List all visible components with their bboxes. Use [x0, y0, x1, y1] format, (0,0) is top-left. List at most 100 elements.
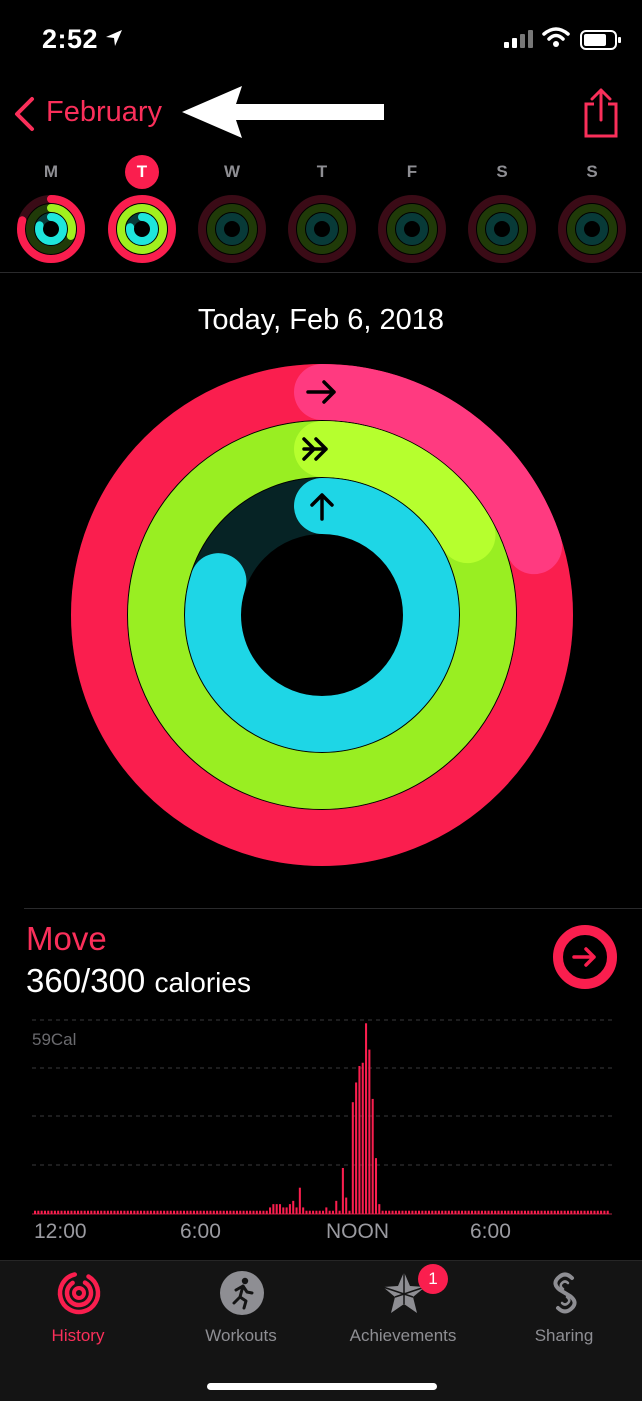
chart-bar: [245, 1210, 248, 1214]
chart-bar: [169, 1210, 172, 1214]
chart-bar: [457, 1210, 460, 1214]
chart-bar: [315, 1210, 318, 1214]
chart-bar: [34, 1210, 37, 1214]
chart-bar: [434, 1210, 437, 1214]
back-chevron-icon[interactable]: [12, 96, 38, 132]
chart-bar: [527, 1210, 530, 1214]
chart-bar: [441, 1210, 444, 1214]
chart-bar: [418, 1210, 421, 1214]
chart-bar: [500, 1210, 503, 1214]
sharing-icon: [553, 1272, 577, 1314]
chart-bar: [335, 1200, 338, 1214]
chart-bar: [348, 1210, 351, 1214]
chart-bar: [543, 1210, 546, 1214]
chart-bar: [437, 1210, 440, 1214]
chart-bar: [520, 1210, 523, 1214]
mini-rings-monday[interactable]: [16, 194, 86, 264]
chart-bar: [83, 1210, 86, 1214]
chart-bar: [444, 1210, 447, 1214]
today-badge: T: [125, 155, 159, 189]
chart-bar: [391, 1210, 394, 1214]
chart-bar: [249, 1210, 252, 1214]
weekday-label: T: [316, 162, 328, 181]
tab-label: Workouts: [205, 1326, 277, 1345]
chart-bar: [106, 1210, 109, 1214]
chart-bar: [560, 1210, 563, 1214]
chart-bar: [484, 1210, 487, 1214]
chart-tick-label: NOON: [326, 1220, 389, 1243]
chart-bar: [603, 1210, 606, 1214]
chart-bar: [464, 1210, 467, 1214]
chart-bar: [312, 1210, 315, 1214]
chart-bar: [226, 1210, 229, 1214]
mini-rings-sunday[interactable]: [557, 194, 627, 264]
chart-bar: [235, 1210, 238, 1214]
chart-bar: [116, 1210, 119, 1214]
chart-bar: [487, 1210, 490, 1214]
chart-bar: [192, 1210, 195, 1214]
chart-bar: [93, 1210, 96, 1214]
chart-bar: [514, 1210, 517, 1214]
chart-bar: [461, 1210, 464, 1214]
chart-bar: [133, 1210, 136, 1214]
achievements-badge: 1: [418, 1264, 448, 1294]
chart-bar: [583, 1210, 586, 1214]
chart-bar: [371, 1098, 374, 1214]
chart-bar: [517, 1210, 520, 1214]
chart-bar: [490, 1210, 493, 1214]
chart-bar: [182, 1210, 186, 1214]
chart-bar: [103, 1210, 106, 1214]
history-rings-icon: [57, 1271, 101, 1315]
chart-bar: [295, 1207, 298, 1214]
mini-rings-wednesday[interactable]: [197, 194, 267, 264]
home-indicator[interactable]: [207, 1383, 437, 1390]
mini-rings-tuesday[interactable]: [107, 194, 177, 264]
chart-bar: [394, 1210, 397, 1214]
mini-rings-friday[interactable]: [377, 194, 447, 264]
chart-bar: [216, 1210, 219, 1214]
chart-bar: [275, 1204, 278, 1214]
chart-bar: [427, 1210, 430, 1214]
chart-bar: [186, 1210, 189, 1214]
weekday-label-today[interactable]: T: [112, 155, 172, 189]
tab-label: Sharing: [534, 1326, 594, 1345]
chart-bar: [239, 1210, 242, 1214]
chart-bar: [199, 1210, 202, 1214]
mini-rings-thursday[interactable]: [287, 194, 357, 264]
chart-bar: [341, 1167, 344, 1214]
chart-bar: [60, 1210, 63, 1214]
chart-bar: [570, 1210, 573, 1214]
chart-bar: [259, 1210, 262, 1214]
arrow-right-icon: [572, 947, 596, 967]
chart-bar: [139, 1210, 142, 1214]
weekday-label: S: [586, 162, 598, 181]
chart-bar: [378, 1204, 381, 1214]
chart-bar: [547, 1210, 550, 1214]
chart-bar: [269, 1207, 272, 1214]
chart-bar: [421, 1210, 424, 1214]
chart-bar: [365, 1023, 368, 1214]
chart-bar: [70, 1210, 73, 1214]
chart-bar: [596, 1210, 599, 1214]
weekday-label: W: [223, 162, 241, 181]
chart-bar: [308, 1210, 311, 1214]
chart-bar: [510, 1210, 513, 1214]
chart-bar: [278, 1204, 282, 1214]
chart-bar: [43, 1210, 46, 1214]
runner-icon: [220, 1271, 264, 1315]
chart-bar: [63, 1210, 66, 1214]
annotation-arrow-icon: [182, 86, 384, 138]
chart-bar: [130, 1210, 133, 1214]
activity-rings: [71, 364, 573, 866]
mini-rings-saturday[interactable]: [467, 194, 537, 264]
chart-bar: [285, 1207, 288, 1214]
chart-bar: [477, 1210, 480, 1214]
back-button-label[interactable]: February: [46, 96, 162, 129]
location-arrow-icon: [106, 30, 122, 46]
move-detail-button[interactable]: [552, 924, 618, 990]
chart-bar: [272, 1204, 275, 1214]
chart-bar: [537, 1210, 540, 1214]
chart-bar: [600, 1210, 603, 1214]
chart-bar: [401, 1210, 404, 1214]
share-icon[interactable]: [582, 88, 620, 138]
